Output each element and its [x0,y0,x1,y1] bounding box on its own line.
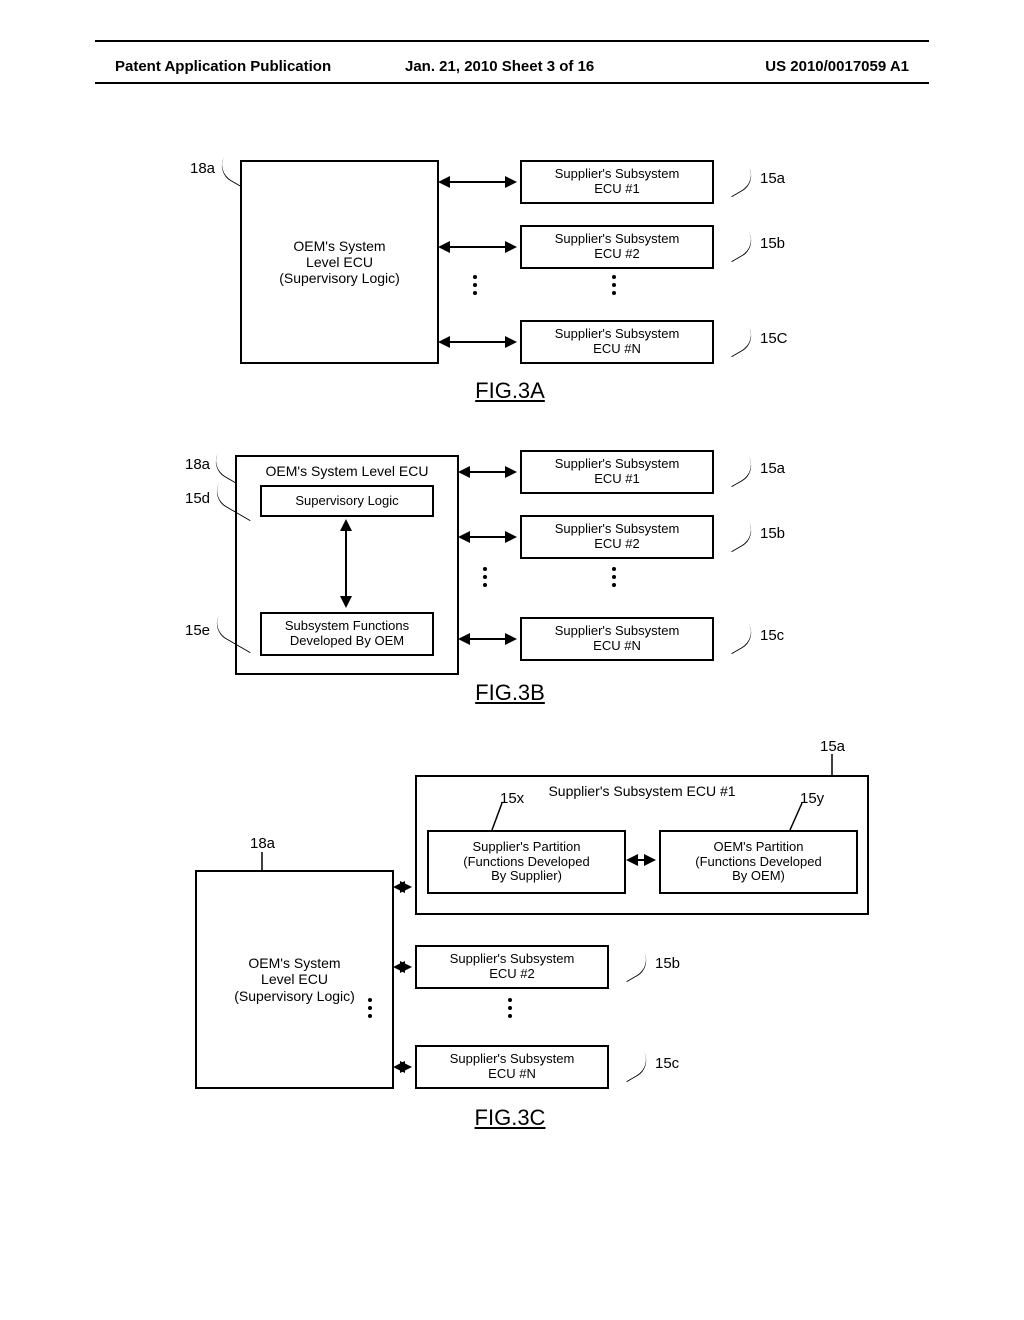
figB-title: FIG.3B [475,680,545,706]
figB-arrow-1 [455,468,520,476]
figA-ref-curve-15b [722,231,757,262]
figC-subN-text: Supplier's Subsystem ECU #N [450,1052,575,1082]
figC-arrow-2 [390,963,415,971]
figA-oem-text: OEM's System Level ECU (Supervisory Logi… [279,238,400,286]
figB-sub2-box: Supplier's Subsystem ECU #2 [520,515,714,559]
header-left: Patent Application Publication [115,58,331,75]
figB-subsys-func-text: Subsystem Functions Developed By OEM [285,619,409,649]
figC-ref-15a: 15a [820,738,845,755]
figA-ref-15b: 15b [760,235,785,252]
figC-arrow-N [390,1063,415,1071]
figC-sub2-box: Supplier's Subsystem ECU #2 [415,945,609,989]
header-right: US 2010/0017059 A1 [765,58,909,75]
figC-ref-line-15x [490,803,506,831]
figA-vdots-right [612,275,616,295]
figC-title: FIG.3C [475,1105,546,1131]
figC-ref-18a: 18a [250,835,275,852]
figC-ref-15b: 15b [655,955,680,972]
figC-ref-line-15a [828,754,836,775]
figB-ref-18a: 18a [185,456,210,473]
figB-supervisory-box: Supervisory Logic [260,485,434,517]
figA-subN-box: Supplier's Subsystem ECU #N [520,320,714,364]
figA-sub1-box: Supplier's Subsystem ECU #1 [520,160,714,204]
figC-ref-curve-15c [617,1051,652,1082]
figB-vdots-left [483,567,487,587]
figA-ref-curve-15c [722,326,757,357]
figA-ref-18a: 18a [190,160,215,177]
figB-ref-15c: 15c [760,627,784,644]
figB-supervisory-text: Supervisory Logic [295,494,398,509]
figA-vdots-left [473,275,477,295]
figA-subN-text: Supplier's Subsystem ECU #N [555,327,680,357]
figC-partition-left: Supplier's Partition (Functions Develope… [427,830,626,894]
figC-oem-box: OEM's System Level ECU (Supervisory Logi… [195,870,394,1089]
figB-ref-15b: 15b [760,525,785,542]
figB-ref-15e: 15e [185,622,210,639]
figC-part-right-text: OEM's Partition (Functions Developed By … [695,840,821,885]
rule-bottom [95,82,929,84]
figC-arrow-1 [390,883,415,891]
figB-inner-arrow [342,516,350,611]
diagram-area: OEM's System Level ECU (Supervisory Logi… [120,150,900,1250]
figB-vdots-right [612,567,616,587]
figB-arrow-N [455,635,520,643]
figA-oem-box: OEM's System Level ECU (Supervisory Logi… [240,160,439,364]
figA-ref-15a: 15a [760,170,785,187]
figC-ref-line-15y [788,803,804,831]
figB-ref-curve-15c [722,623,757,654]
figC-sub2-text: Supplier's Subsystem ECU #2 [450,952,575,982]
figC-ref-curve-15b [617,951,652,982]
figA-sub2-text: Supplier's Subsystem ECU #2 [555,232,680,262]
figA-sub2-box: Supplier's Subsystem ECU #2 [520,225,714,269]
figB-sub1-box: Supplier's Subsystem ECU #1 [520,450,714,494]
figA-title: FIG.3A [475,378,545,404]
figC-part-left-text: Supplier's Partition (Functions Develope… [463,840,589,885]
figA-arrow-1 [435,178,520,186]
figB-arrow-2 [455,533,520,541]
figA-ref-curve-15a [722,166,757,197]
figB-subsys-func-box: Subsystem Functions Developed By OEM [260,612,434,656]
figA-arrow-N [435,338,520,346]
figB-ref-15d: 15d [185,490,210,507]
header-center: Jan. 21, 2010 Sheet 3 of 16 [405,58,594,75]
figB-subN-box: Supplier's Subsystem ECU #N [520,617,714,661]
rule-top [95,40,929,42]
figB-ref-15a: 15a [760,460,785,477]
figB-ref-curve-15b [722,521,757,552]
figB-ref-curve-15a [722,456,757,487]
figC-vdots-left [368,998,372,1018]
figB-sub1-text: Supplier's Subsystem ECU #1 [555,457,680,487]
figC-partition-arrow [623,856,659,864]
figB-sub2-text: Supplier's Subsystem ECU #2 [555,522,680,552]
figC-oem-text: OEM's System Level ECU (Supervisory Logi… [234,955,355,1003]
figA-sub1-text: Supplier's Subsystem ECU #1 [555,167,680,197]
figC-vdots-right [508,998,512,1018]
figA-arrow-2 [435,243,520,251]
figB-oem-top-text: OEM's System Level ECU [266,463,429,479]
figB-subN-text: Supplier's Subsystem ECU #N [555,624,680,654]
figC-ref-line-18a [258,852,266,870]
figC-partition-right: OEM's Partition (Functions Developed By … [659,830,858,894]
figC-subN-box: Supplier's Subsystem ECU #N [415,1045,609,1089]
figA-ref-15c: 15C [760,330,788,347]
figC-sub1-title: Supplier's Subsystem ECU #1 [548,783,735,799]
figC-ref-15c: 15c [655,1055,679,1072]
